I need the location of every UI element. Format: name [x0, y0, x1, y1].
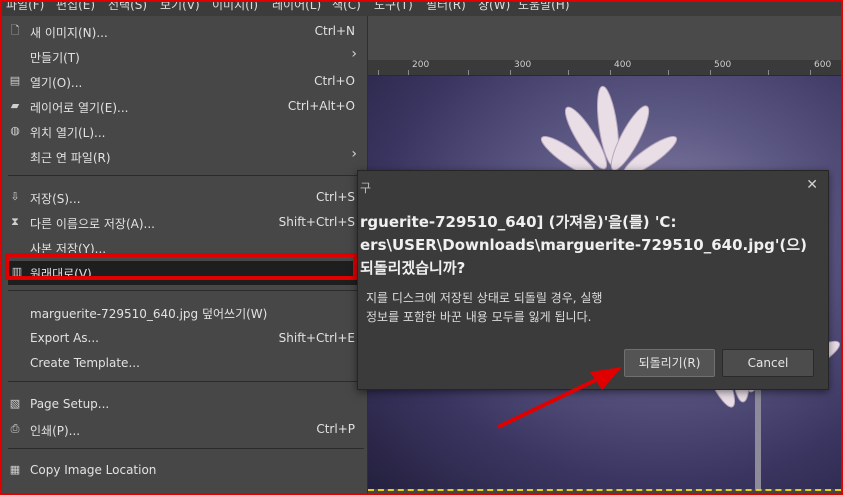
- menu-item-create-template[interactable]: Create Template...: [3, 352, 367, 376]
- menubar-image[interactable]: 이미지(I): [212, 0, 258, 13]
- ruler-label: 300: [514, 60, 532, 70]
- menu-item-open-location[interactable]: ◍ 위치 열기(L)...: [3, 120, 367, 144]
- menu-item-recent[interactable]: 최근 연 파일(R) ›: [3, 145, 367, 169]
- submenu-arrow-icon: ›: [351, 46, 357, 62]
- page-setup-icon: ▧: [9, 397, 21, 410]
- menu-separator: [8, 290, 364, 291]
- menubar-tools[interactable]: 도구(T): [374, 0, 413, 13]
- save-icon: ⇩: [10, 190, 20, 203]
- ruler-label: 500: [714, 60, 732, 70]
- menubar-layer[interactable]: 레이어(L): [272, 0, 321, 13]
- open-icon: ▤: [9, 74, 21, 87]
- revert-dialog: 구 ✕ rguerite-729510_640] (가져옴)'을(를) 'C: …: [357, 170, 829, 390]
- menu-separator: [8, 448, 364, 449]
- horizontal-ruler[interactable]: 200 300 400 500 600: [368, 60, 841, 76]
- menu-bar: 파일(F) 편집(E) 선택(S) 보기(V) 이미지(I) 레이어(L) 색(…: [2, 0, 841, 16]
- menu-item-save[interactable]: ⇩ 저장(S)... Ctrl+S: [3, 186, 367, 210]
- globe-icon: ◍: [10, 124, 20, 137]
- new-file-icon: 🗋: [10, 24, 20, 37]
- menubar-file[interactable]: 파일(F): [6, 0, 44, 13]
- menu-item-revert[interactable]: ▥ 원래대로(V): [8, 261, 358, 285]
- menu-item-print[interactable]: ⎙ 인쇄(P)... Ctrl+P: [3, 418, 367, 442]
- menu-item-copy-location[interactable]: ▦ Copy Image Location: [3, 459, 367, 483]
- revert-button[interactable]: 되돌리기(R): [624, 349, 715, 377]
- menu-separator: [8, 175, 364, 176]
- menubar-filters[interactable]: 필터(R): [426, 0, 466, 13]
- close-icon[interactable]: ✕: [806, 177, 818, 193]
- copy-location-icon: ▦: [9, 463, 21, 476]
- tool-options-area: [368, 16, 841, 60]
- ruler-label: 600: [814, 60, 832, 70]
- menu-item-create[interactable]: 만들기(T) ›: [3, 45, 367, 69]
- menubar-select[interactable]: 선택(S): [108, 0, 147, 13]
- submenu-arrow-icon: ›: [351, 146, 357, 162]
- dialog-title: 구: [360, 181, 372, 195]
- menu-item-export-as[interactable]: Export As... Shift+Ctrl+E: [3, 327, 367, 351]
- save-as-icon: ⧗: [11, 215, 19, 228]
- menubar-colors[interactable]: 색(C): [332, 0, 361, 13]
- menubar-help[interactable]: 도움말(H): [518, 0, 570, 13]
- menu-separator: [8, 381, 364, 382]
- menu-item-open-as-layers[interactable]: ▰ 레이어로 열기(E)... Ctrl+Alt+O: [3, 95, 367, 119]
- file-menu: 🗋 새 이미지(N)... Ctrl+N 만들기(T) › ▤ 열기(O)...…: [3, 16, 368, 495]
- dialog-message: rguerite-729510_640] (가져옴)'을(를) 'C: ers\…: [360, 213, 807, 277]
- selection-marquee: [368, 489, 841, 491]
- menu-item-open[interactable]: ▤ 열기(O)... Ctrl+O: [3, 70, 367, 94]
- menu-item-save-as[interactable]: ⧗ 다른 이름으로 저장(A)... Shift+Ctrl+S: [3, 211, 367, 235]
- menubar-edit[interactable]: 편집(E): [56, 0, 95, 13]
- menu-item-new-image[interactable]: 🗋 새 이미지(N)... Ctrl+N: [3, 20, 367, 44]
- cancel-button[interactable]: Cancel: [722, 349, 814, 377]
- menubar-view[interactable]: 보기(V): [160, 0, 200, 13]
- layers-icon: ▰: [10, 99, 20, 112]
- dialog-description: 지를 디스크에 저장된 상태로 되돌릴 경우, 실행 정보를 포함한 바꾼 내용…: [366, 291, 603, 324]
- menu-item-overwrite[interactable]: marguerite-729510_640.jpg 덮어쓰기(W): [3, 301, 367, 325]
- revert-icon: ▥: [11, 265, 23, 278]
- ruler-label: 200: [412, 60, 430, 70]
- menubar-windows[interactable]: 창(W): [478, 0, 510, 13]
- menu-item-page-setup[interactable]: ▧ Page Setup...: [3, 393, 367, 417]
- ruler-label: 400: [614, 60, 632, 70]
- print-icon: ⎙: [10, 422, 20, 435]
- menu-item-save-copy[interactable]: 사본 저장(Y)...: [3, 236, 367, 260]
